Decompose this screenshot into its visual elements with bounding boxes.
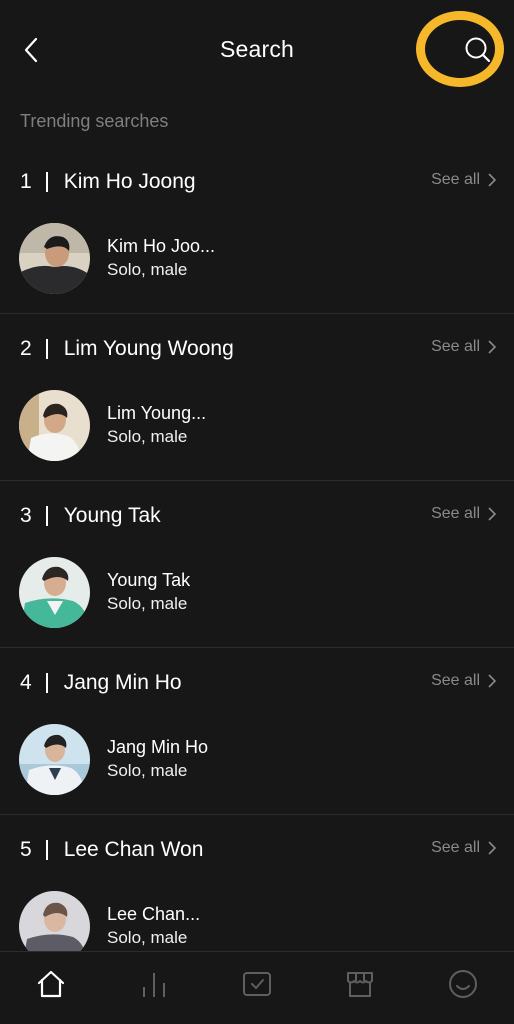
nav-chart[interactable] — [129, 966, 179, 1002]
artist-card[interactable]: Kim Ho Joo... Solo, male — [19, 222, 215, 294]
artist-card[interactable]: Lim Young... Solo, male — [19, 389, 206, 461]
see-all-link[interactable]: See all — [431, 171, 496, 189]
trending-item-header: 1 Kim Ho Joong See all — [20, 169, 496, 195]
rank-separator — [45, 172, 48, 192]
see-all-label: See all — [431, 505, 480, 522]
artist-type: Solo, male — [107, 260, 188, 279]
see-all-link[interactable]: See all — [431, 505, 496, 523]
see-all-label: See all — [431, 672, 480, 689]
trending-item: 3 Young Tak See all Young Tak Solo, male — [0, 481, 514, 648]
artist-name: Jang Min Ho — [107, 737, 209, 757]
artist-card[interactable]: Young Tak Solo, male — [19, 556, 190, 628]
see-all-link[interactable]: See all — [431, 672, 496, 690]
trending-item-header: 3 Young Tak See all — [20, 503, 496, 529]
search-icon — [465, 37, 491, 63]
back-button[interactable] — [14, 32, 50, 68]
trending-item: 1 Kim Ho Joong See all Kim Ho Joo... Sol… — [0, 147, 514, 314]
trending-item: 4 Jang Min Ho See all Jang Min Ho Solo, … — [0, 648, 514, 815]
rank-number: 5 — [20, 838, 32, 861]
see-all-link[interactable]: See all — [431, 839, 496, 857]
see-all-link[interactable]: See all — [431, 338, 496, 356]
rank-separator — [45, 673, 48, 693]
artist-type: Solo, male — [107, 427, 188, 446]
nav-home[interactable] — [26, 966, 76, 1002]
trending-list: 1 Kim Ho Joong See all Kim Ho Joo... Sol… — [0, 147, 514, 982]
avatar — [19, 222, 90, 294]
nav-store[interactable] — [335, 966, 385, 1002]
page-title: Search — [219, 36, 295, 62]
rank-number: 2 — [20, 337, 32, 360]
rank-number: 4 — [20, 671, 32, 694]
home-icon — [38, 970, 65, 998]
search-term: Jang Min Ho — [63, 671, 182, 694]
artist-card[interactable]: Jang Min Ho Solo, male — [19, 723, 208, 795]
trending-item-header: 5 Lee Chan Won See all — [20, 837, 496, 863]
see-all-label: See all — [431, 338, 480, 355]
chevron-right-icon — [488, 507, 496, 521]
trending-item: 2 Lim Young Woong See all Lim Young... S… — [0, 314, 514, 481]
avatar — [19, 723, 90, 795]
artist-name: Young Tak — [107, 570, 191, 590]
nav-vote[interactable] — [232, 966, 282, 1002]
artist-name: Lim Young... — [107, 403, 207, 423]
vote-icon — [242, 972, 271, 996]
search-term: Kim Ho Joong — [63, 170, 196, 193]
see-all-label: See all — [431, 839, 480, 856]
see-all-label: See all — [431, 171, 480, 188]
profile-icon — [448, 970, 477, 998]
avatar — [19, 389, 90, 461]
search-button[interactable] — [460, 32, 496, 68]
search-term: Young Tak — [63, 504, 161, 527]
search-term: Lim Young Woong — [63, 337, 234, 360]
chart-icon — [143, 973, 166, 997]
trending-searches-label: Trending searches — [20, 111, 169, 131]
artist-type: Solo, male — [107, 594, 188, 613]
rank-separator — [45, 339, 48, 359]
artist-type: Solo, male — [107, 928, 188, 947]
chevron-right-icon — [488, 173, 496, 187]
nav-profile[interactable] — [438, 966, 488, 1002]
rank-number: 1 — [20, 170, 32, 193]
search-term: Lee Chan Won — [63, 838, 204, 861]
rank-separator — [45, 840, 48, 860]
trending-item-header: 2 Lim Young Woong See all — [20, 336, 496, 362]
bottom-nav — [0, 951, 514, 1024]
chevron-right-icon — [488, 674, 496, 688]
artist-name: Kim Ho Joo... — [107, 236, 216, 256]
store-icon — [346, 972, 373, 997]
artist-name: Lee Chan... — [107, 904, 201, 924]
chevron-right-icon — [488, 841, 496, 855]
artist-type: Solo, male — [107, 761, 188, 780]
chevron-left-icon — [24, 37, 38, 63]
avatar — [19, 556, 90, 628]
chevron-right-icon — [488, 340, 496, 354]
rank-separator — [45, 506, 48, 526]
rank-number: 3 — [20, 504, 32, 527]
header: Search — [0, 0, 514, 100]
trending-item-header: 4 Jang Min Ho See all — [20, 670, 496, 696]
